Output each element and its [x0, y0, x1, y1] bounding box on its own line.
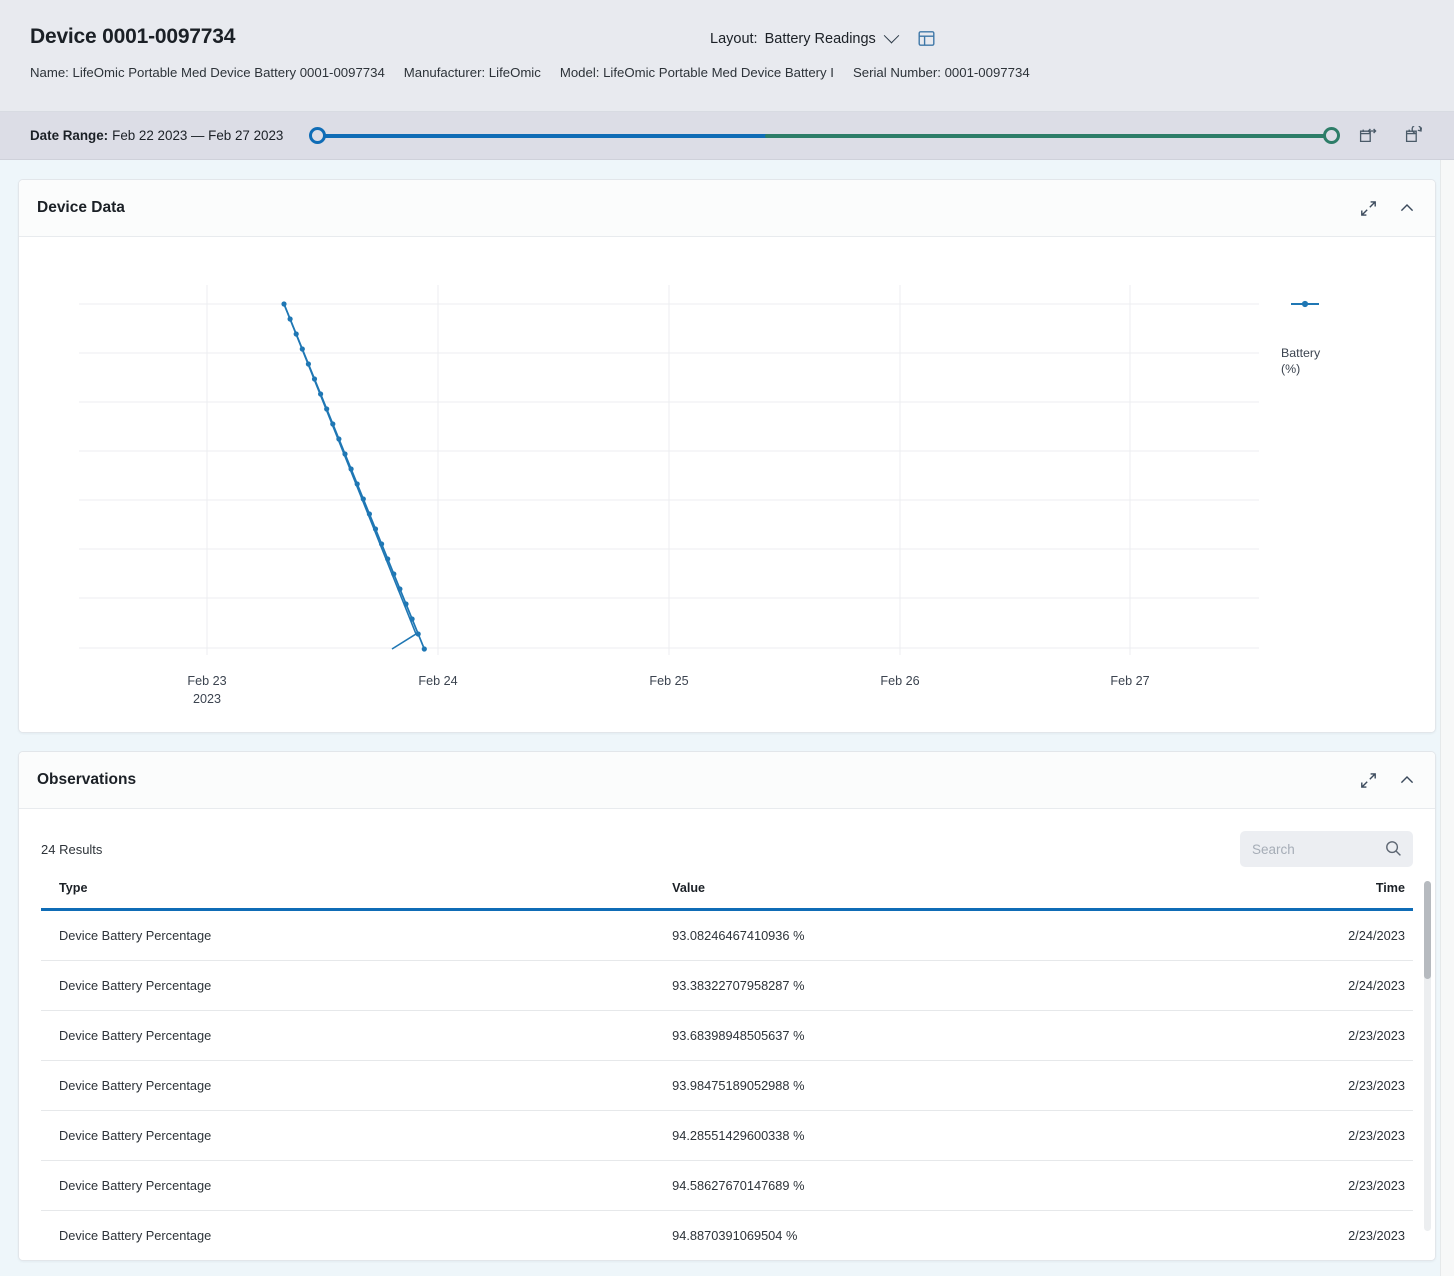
observations-toolbar: 24 Results — [19, 809, 1435, 881]
cell-time: 2/23/2023 — [1193, 1110, 1413, 1161]
observations-table-wrap: Type Value Time Device Battery Percentag… — [19, 881, 1435, 1260]
cell-time: 2/23/2023 — [1193, 1010, 1413, 1061]
table-header-row: Type Value Time — [41, 881, 1413, 910]
page-scrollbar[interactable] — [1440, 160, 1454, 1276]
table-scrollbar[interactable] — [1424, 881, 1431, 1231]
cell-value: 93.98475189052988 % — [672, 1060, 1194, 1111]
layout-selector[interactable]: Layout: Battery Readings — [710, 27, 935, 47]
layout-label: Layout: — [710, 30, 758, 47]
expand-icon[interactable] — [1360, 772, 1377, 789]
chevron-up-icon[interactable] — [1399, 200, 1415, 216]
cell-value: 94.8870391069504 % — [672, 1228, 798, 1243]
cell-time: 2/23/2023 — [1348, 1228, 1405, 1243]
expand-icon[interactable] — [1360, 200, 1377, 217]
cell-value: 94.28551429600338 % — [672, 1110, 1194, 1161]
table-row[interactable]: Device Battery Percentage 94.586276701476… — [41, 1160, 1413, 1211]
cell-time: 2/24/2023 — [1193, 960, 1413, 1011]
observations-card-actions — [1360, 772, 1415, 789]
slider-track-selected[interactable] — [765, 133, 1332, 138]
cell-type: Device Battery Percentage — [41, 1010, 673, 1061]
table-scrollbar-thumb[interactable] — [1424, 881, 1431, 979]
page-title: Device 0001-0097734 — [30, 25, 236, 48]
meta-name: Name: LifeOmic Portable Med Device Batte… — [30, 65, 385, 80]
calendar-reset-icon[interactable] — [1404, 125, 1424, 146]
observations-table-body: Device Battery Percentage 93.082464674109… — [41, 909, 1413, 1261]
column-header-type[interactable]: Type — [41, 881, 672, 910]
cell-type: Device Battery Percentage — [41, 909, 673, 961]
chevron-up-icon[interactable] — [1399, 772, 1415, 788]
page-header: Device 0001-0097734 Layout: Battery Read… — [0, 0, 1454, 112]
chart-gridlines-vertical — [206, 285, 1131, 655]
device-data-card-actions — [1360, 200, 1415, 217]
results-count: 24 Results — [41, 841, 103, 857]
battery-line-chart[interactable]: Feb 23 2023 Feb 24 Feb 25 Feb 26 Feb 27 — [19, 237, 1389, 732]
search-box[interactable] — [1240, 831, 1413, 867]
chart-series-line-main — [283, 303, 426, 650]
table-row[interactable]: Device Battery Percentage 93.383227079582… — [41, 960, 1413, 1011]
cell-type: Device Battery Percentage — [41, 1060, 673, 1111]
search-input[interactable] — [1252, 841, 1382, 857]
table-row[interactable]: Device Battery Percentage 93.082464674109… — [41, 909, 1413, 961]
observations-table-head: Type Value Time — [41, 881, 1413, 910]
column-header-value[interactable]: Value — [672, 881, 1193, 910]
table-row[interactable]: Device Battery Percentage 94.887039106950… — [41, 1211, 1413, 1261]
cell-type: Device Battery Percentage — [41, 1160, 673, 1211]
table-row[interactable]: Device Battery Percentage 93.683989485056… — [41, 1010, 1413, 1061]
xtick-0: Feb 23 — [187, 674, 226, 688]
date-range-label: Date Range: Feb 22 2023 — Feb 27 2023 — [30, 128, 283, 143]
chart-legend: Battery (%) — [1281, 345, 1341, 377]
cell-value: 94.58627670147689 % — [672, 1160, 1194, 1211]
chart-xtick-labels: Feb 23 2023 Feb 24 Feb 25 Feb 26 Feb 27 — [187, 674, 1149, 706]
observations-body: 24 Results Search Type Value Time Device… — [19, 809, 1435, 1260]
device-metadata: Name: LifeOmic Portable Med Device Batte… — [30, 65, 1424, 80]
xtick-2: Feb 25 — [649, 674, 688, 688]
xtick-1: Feb 24 — [418, 674, 457, 688]
cell-time: 2/23/2023 — [1193, 1160, 1413, 1211]
cell-value: 93.08246467410936 % — [672, 909, 1194, 961]
meta-model: Model: LifeOmic Portable Med Device Batt… — [559, 65, 834, 80]
meta-manufacturer: Manufacturer: LifeOmic — [403, 65, 541, 80]
meta-serial: Serial Number: 0001-0097734 — [852, 65, 1030, 80]
date-range-slider[interactable] — [309, 126, 1340, 146]
layout-value[interactable]: Battery Readings — [765, 31, 876, 47]
observations-card-header: Observations — [19, 752, 1435, 809]
slider-handle-start[interactable] — [309, 126, 327, 144]
date-range-bar: Date Range: Feb 22 2023 — Feb 27 2023 — [0, 112, 1454, 160]
date-range-actions — [1358, 125, 1438, 146]
xtick-4: Feb 27 — [1110, 674, 1149, 688]
cell-time: 2/24/2023 — [1193, 909, 1413, 961]
calendar-shift-icon[interactable] — [1358, 126, 1378, 146]
cell-time: 2/23/2023 — [1193, 1060, 1413, 1111]
chart-series-line — [283, 303, 417, 650]
cell-type: Device Battery Percentage — [41, 960, 673, 1011]
cell-value: 93.38322707958287 % — [672, 960, 1194, 1011]
cell-type: Device Battery Percentage — [41, 1110, 673, 1161]
date-range-value: Feb 22 2023 — Feb 27 2023 — [112, 128, 284, 143]
cell-type: Device Battery Percentage — [59, 1228, 212, 1243]
table-row[interactable]: Device Battery Percentage 94.285514296003… — [41, 1110, 1413, 1161]
column-header-time[interactable]: Time — [1193, 881, 1413, 910]
main-content: Device Data Feb 23 2023 Feb 24 Feb 25 Fe… — [0, 160, 1454, 1276]
chevron-down-icon[interactable] — [883, 27, 900, 44]
panel-layout-icon[interactable] — [918, 30, 935, 47]
slider-handle-end[interactable] — [1323, 126, 1340, 144]
search-icon[interactable] — [1385, 840, 1402, 862]
observations-title: Observations — [37, 771, 137, 788]
cell-value: 93.68398948505637 % — [672, 1010, 1194, 1061]
date-range-label-text: Date Range: — [30, 128, 109, 143]
device-data-card: Device Data Feb 23 2023 Feb 24 Feb 25 Fe… — [18, 179, 1436, 733]
table-row[interactable]: Device Battery Percentage 93.984751890529… — [41, 1060, 1413, 1111]
observations-card: Observations 24 Results Search Type Valu… — [18, 751, 1436, 1261]
observations-table: Type Value Time Device Battery Percentag… — [41, 881, 1413, 1260]
device-data-chart: Feb 23 2023 Feb 24 Feb 25 Feb 26 Feb 27 … — [19, 237, 1435, 732]
device-data-title: Device Data — [37, 199, 125, 216]
device-data-card-header: Device Data — [19, 180, 1435, 237]
chart-legend-label: Battery (%) — [1281, 346, 1321, 377]
chart-legend-marker — [1291, 300, 1319, 308]
xtick-0-year: 2023 — [193, 692, 221, 706]
xtick-3: Feb 26 — [880, 674, 919, 688]
